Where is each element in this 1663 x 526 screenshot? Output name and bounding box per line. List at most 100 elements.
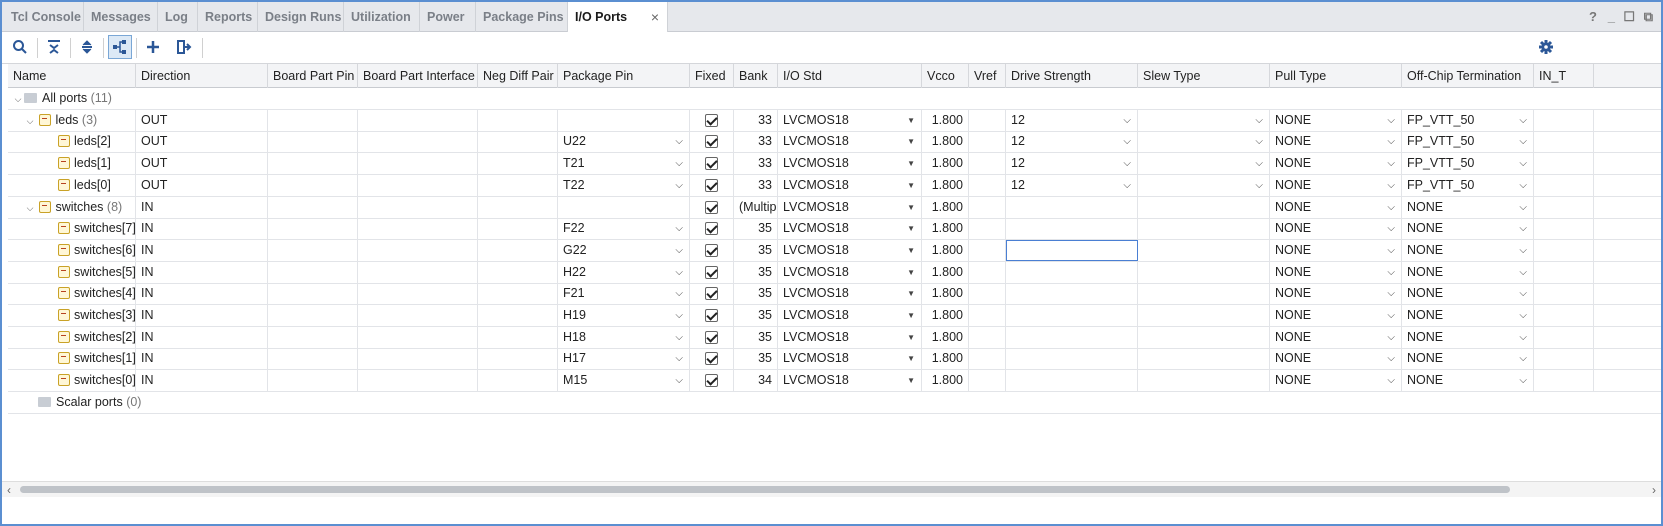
- cell-bpp[interactable]: [268, 283, 358, 305]
- dropdown-triangle-icon[interactable]: ▼: [907, 197, 915, 218]
- minimize-icon[interactable]: _: [1608, 9, 1615, 24]
- chevron-down-icon[interactable]: ⌵: [675, 175, 683, 196]
- tab-utilization[interactable]: Utilization: [344, 2, 420, 32]
- column-header-fixed[interactable]: Fixed: [690, 64, 734, 88]
- table-row[interactable]: ⌵ All ports (11): [8, 88, 1661, 110]
- table-row[interactable]: switches[5] IN H22 ⌵ 35 LVCMOS18 ▼ 1.800 NONE ⌵ NO…: [8, 261, 1661, 284]
- chevron-down-icon[interactable]: ⌵: [1387, 110, 1395, 131]
- fixed-checkbox[interactable]: [705, 243, 718, 257]
- cell-ndp[interactable]: [478, 218, 558, 240]
- dropdown-triangle-icon[interactable]: ▼: [907, 153, 915, 174]
- expand-icon[interactable]: ⌵: [24, 111, 36, 131]
- cell-io-std[interactable]: LVCMOS18 ▼: [778, 174, 922, 196]
- chevron-down-icon[interactable]: ⌵: [1519, 370, 1527, 391]
- chevron-down-icon[interactable]: ⌵: [1387, 327, 1395, 348]
- cell-ndp[interactable]: [478, 196, 558, 218]
- cell-pull[interactable]: NONE ⌵: [1270, 370, 1402, 392]
- cell-bpi[interactable]: [358, 305, 478, 326]
- cell-vcco[interactable]: 1.800: [922, 196, 969, 218]
- cell-slew[interactable]: ⌵: [1138, 131, 1270, 153]
- cell-term[interactable]: NONE ⌵: [1402, 218, 1534, 240]
- cell-in-t[interactable]: [1534, 261, 1594, 283]
- cell-io-std[interactable]: LVCMOS18 ▼: [778, 196, 922, 218]
- chevron-down-icon[interactable]: ⌵: [1519, 327, 1527, 348]
- cell-bpp[interactable]: [268, 109, 358, 131]
- cell-bpi[interactable]: [358, 348, 478, 370]
- cell-fixed[interactable]: [690, 218, 734, 240]
- cell-package-pin[interactable]: G22 ⌵: [558, 239, 690, 261]
- fixed-checkbox[interactable]: [705, 265, 718, 279]
- dropdown-triangle-icon[interactable]: ▼: [907, 370, 915, 391]
- column-header-bpp[interactable]: Board Part Pin: [268, 64, 358, 88]
- chevron-down-icon[interactable]: ⌵: [1255, 153, 1263, 174]
- cell-vcco[interactable]: 1.800: [922, 109, 969, 131]
- expand-icon[interactable]: ⌵: [12, 89, 24, 109]
- cell-direction[interactable]: OUT: [136, 109, 268, 131]
- cell-fixed[interactable]: [690, 174, 734, 196]
- maximize-icon[interactable]: ☐: [1623, 9, 1635, 25]
- cell-drive[interactable]: 12 ⌵: [1006, 174, 1138, 196]
- cell-ndp[interactable]: [478, 326, 558, 348]
- cell-direction[interactable]: IN: [136, 261, 268, 283]
- cell-vref[interactable]: [969, 348, 1006, 370]
- dropdown-triangle-icon[interactable]: ▼: [907, 283, 915, 304]
- search-icon[interactable]: [8, 35, 32, 59]
- chevron-down-icon[interactable]: ⌵: [675, 131, 683, 152]
- cell-bpp[interactable]: [268, 348, 358, 370]
- cell-fixed[interactable]: [690, 131, 734, 153]
- table-row[interactable]: switches[7] IN F22 ⌵ 35 LVCMOS18 ▼ 1.800 NONE ⌵ NO…: [8, 218, 1661, 241]
- cell-in-t[interactable]: [1534, 109, 1594, 131]
- cell-package-pin[interactable]: M15 ⌵: [558, 370, 690, 392]
- cell-vref[interactable]: [969, 109, 1006, 131]
- chevron-down-icon[interactable]: ⌵: [675, 327, 683, 348]
- dropdown-triangle-icon[interactable]: ▼: [907, 240, 915, 261]
- cell-fixed[interactable]: [690, 370, 734, 392]
- cell-ndp[interactable]: [478, 305, 558, 326]
- cell-term[interactable]: NONE ⌵: [1402, 239, 1534, 261]
- cell-direction[interactable]: OUT: [136, 174, 268, 196]
- cell-bank[interactable]: 35: [734, 348, 778, 370]
- cell-io-std[interactable]: LVCMOS18 ▼: [778, 131, 922, 153]
- cell-io-std[interactable]: LVCMOS18 ▼: [778, 109, 922, 131]
- cell-vref[interactable]: [969, 261, 1006, 283]
- cell-io-std[interactable]: LVCMOS18 ▼: [778, 326, 922, 348]
- table-row[interactable]: leds[0] OUT T22 ⌵ 33 LVCMOS18 ▼ 1.800 12 ⌵ ⌵ NONE ⌵ F…: [8, 174, 1661, 197]
- cell-direction[interactable]: IN: [136, 370, 268, 392]
- cell-drive[interactable]: 12 ⌵: [1006, 109, 1138, 131]
- tab-tcl-console[interactable]: Tcl Console: [4, 2, 84, 32]
- cell-ndp[interactable]: [478, 131, 558, 153]
- chevron-down-icon[interactable]: ⌵: [1519, 175, 1527, 196]
- cell-bank[interactable]: 35: [734, 305, 778, 326]
- cell-drive[interactable]: [1006, 305, 1138, 326]
- cell-bpi[interactable]: [358, 261, 478, 283]
- cell-name[interactable]: leds[1]: [8, 153, 136, 175]
- cell-bpp[interactable]: [268, 153, 358, 175]
- cell-drive[interactable]: 12 ⌵: [1006, 153, 1138, 175]
- cell-in-t[interactable]: [1534, 153, 1594, 175]
- cell-ndp[interactable]: [478, 261, 558, 283]
- cell-term[interactable]: NONE ⌵: [1402, 348, 1534, 370]
- cell-io-std[interactable]: LVCMOS18 ▼: [778, 218, 922, 240]
- chevron-down-icon[interactable]: ⌵: [1519, 110, 1527, 131]
- chevron-down-icon[interactable]: ⌵: [675, 348, 683, 369]
- table-row[interactable]: switches[2] IN H18 ⌵ 35 LVCMOS18 ▼ 1.800 NONE ⌵ NO…: [8, 326, 1661, 349]
- cell-slew[interactable]: [1138, 370, 1270, 392]
- cell-vcco[interactable]: 1.800: [922, 153, 969, 175]
- cell-fixed[interactable]: [690, 239, 734, 261]
- cell-ndp[interactable]: [478, 174, 558, 196]
- cell-bpi[interactable]: [358, 370, 478, 392]
- table-row[interactable]: ⌵ leds (3) OUT 33 LVCMOS18 ▼ 1.800 12 ⌵ ⌵ NONE ⌵ FP…: [8, 109, 1661, 132]
- add-icon[interactable]: [141, 35, 165, 59]
- cell-bpp[interactable]: [268, 305, 358, 326]
- cell-vcco[interactable]: 1.800: [922, 370, 969, 392]
- cell-name[interactable]: switches[7]: [8, 218, 136, 240]
- tab-reports[interactable]: Reports: [198, 2, 258, 32]
- cell-term[interactable]: NONE ⌵: [1402, 305, 1534, 326]
- expand-icon[interactable]: ⌵: [24, 198, 36, 218]
- chevron-down-icon[interactable]: ⌵: [1387, 370, 1395, 391]
- cell-pull[interactable]: NONE ⌵: [1270, 109, 1402, 131]
- chevron-down-icon[interactable]: ⌵: [1387, 197, 1395, 218]
- table-row[interactable]: switches[4] IN F21 ⌵ 35 LVCMOS18 ▼ 1.800 NONE ⌵ NO…: [8, 283, 1661, 306]
- cell-pull[interactable]: NONE ⌵: [1270, 153, 1402, 175]
- chevron-down-icon[interactable]: ⌵: [1519, 240, 1527, 261]
